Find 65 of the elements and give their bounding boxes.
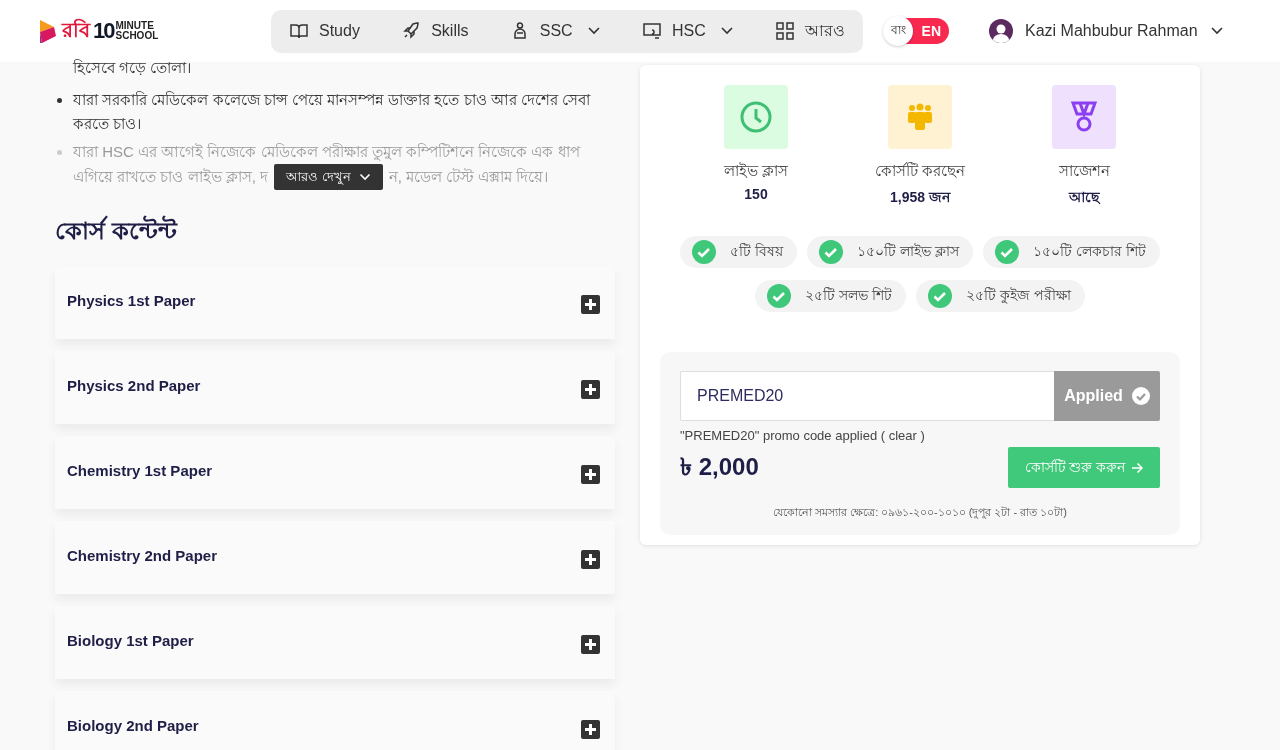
feature-chip: ১৫০টি লাইভ ক্লাস (807, 236, 973, 268)
stat-label: লাইভ ক্লাস (723, 161, 789, 181)
nav-link[interactable]: আরও (774, 17, 845, 45)
nav-link[interactable]: Skills (401, 21, 469, 41)
stat-label: কোর্সটি করছেন (874, 161, 966, 181)
accordion-item[interactable]: Biology 1st Paper (55, 606, 615, 679)
description-text: যারা সরকারি মেডিকেল কলেজে চান্স পেয়ে মানসম্পন্ন ডাক্তার হতে চাও আর দেশের সেবা করতে চাও। (73, 90, 592, 134)
medal-icon (1052, 85, 1116, 149)
arrow-icon (1131, 461, 1144, 474)
check-icon (1131, 387, 1150, 405)
caret-icon (358, 173, 371, 181)
description-text: ন, মডেল টেস্ট এক্সাম দিয়ে। (388, 167, 549, 187)
stat-label: সাজেশন (1058, 161, 1110, 181)
accordion-item[interactable]: Biology 2nd Paper (55, 691, 615, 750)
accordion-item[interactable]: Chemistry 1st Paper (55, 436, 615, 509)
book-icon (289, 21, 309, 41)
check-icon (767, 284, 792, 308)
user-name[interactable]: Kazi Mahbubur Rahman (1025, 22, 1198, 40)
logo-brand: রবি (62, 17, 90, 43)
helpline-text: যেকোনো সমস্যার ক্ষেত্রে: ০৯৬১-২০০-১০১০ (দুপুর ২টা - রাত ১০টা) (772, 505, 1068, 521)
stat-value: 1,958 জন (890, 188, 950, 207)
description-text: এগিয়ে রাখতে চাও লাইভ ক্লাস, দ (73, 167, 268, 187)
logo-text: SCHOOL (115, 31, 159, 41)
stat-value: 150 (744, 186, 768, 202)
promo-code-field[interactable]: PREMED20 (680, 371, 1054, 421)
monitor-icon (641, 21, 662, 41)
feature-chip: ২৫টি সলভ শিট (755, 280, 906, 312)
logo-number: 10 (93, 18, 114, 44)
grid-icon (774, 21, 795, 41)
people-icon (888, 85, 952, 149)
promo-message: ) (920, 428, 925, 443)
feature-chip: ২৫টি কুইজ পরীক্ষা (916, 280, 1085, 312)
nav-link[interactable]: SSC (509, 21, 601, 41)
accordion-item[interactable]: Physics 1st Paper (55, 266, 615, 339)
expand-icon[interactable] (581, 465, 600, 484)
check-icon (928, 284, 952, 308)
check-icon (819, 240, 844, 264)
avatar-icon[interactable] (989, 19, 1013, 43)
nav-link[interactable]: Study (289, 21, 360, 41)
expand-icon[interactable] (581, 380, 600, 399)
check-icon (994, 240, 1019, 264)
accordion-item[interactable]: Physics 2nd Paper (55, 351, 615, 424)
expand-icon[interactable] (581, 550, 600, 569)
see-more-button[interactable]: আরও দেখুন (274, 164, 383, 190)
feature-chip: ১৫০টি লেকচার শিট (982, 236, 1160, 268)
expand-icon[interactable] (581, 295, 600, 314)
caret-icon (719, 26, 734, 36)
expand-icon[interactable] (581, 720, 600, 739)
accordion-item[interactable]: Chemistry 2nd Paper (55, 521, 615, 594)
rocket-icon (401, 21, 422, 41)
clear-link[interactable]: clear (888, 428, 917, 443)
clock-icon (724, 85, 788, 149)
price: ৳ 2,000 (680, 451, 759, 482)
promo-message: "PREMED20" promo code applied ( (680, 428, 886, 443)
description-text: যারা HSC এর আগেই নিজেকে মেডিকেল পরীক্ষার তুমুল কম্পিটিশনে নিজেকে এক ধাপ (73, 142, 580, 163)
check-icon (692, 240, 717, 264)
caret-icon[interactable] (1209, 26, 1224, 36)
logo-text: MINUTE (115, 21, 155, 31)
stat-value: আছে (1069, 188, 1099, 207)
section-title: কোর্স কন্টেন্ট (55, 214, 179, 246)
expand-icon[interactable] (581, 635, 600, 654)
feature-chip: ৫টি বিষয় (680, 236, 798, 268)
caret-icon (586, 26, 601, 36)
description-text: হিসেবে গড়ে তোলা। (72, 58, 193, 78)
nav-link[interactable]: HSC (641, 21, 734, 41)
